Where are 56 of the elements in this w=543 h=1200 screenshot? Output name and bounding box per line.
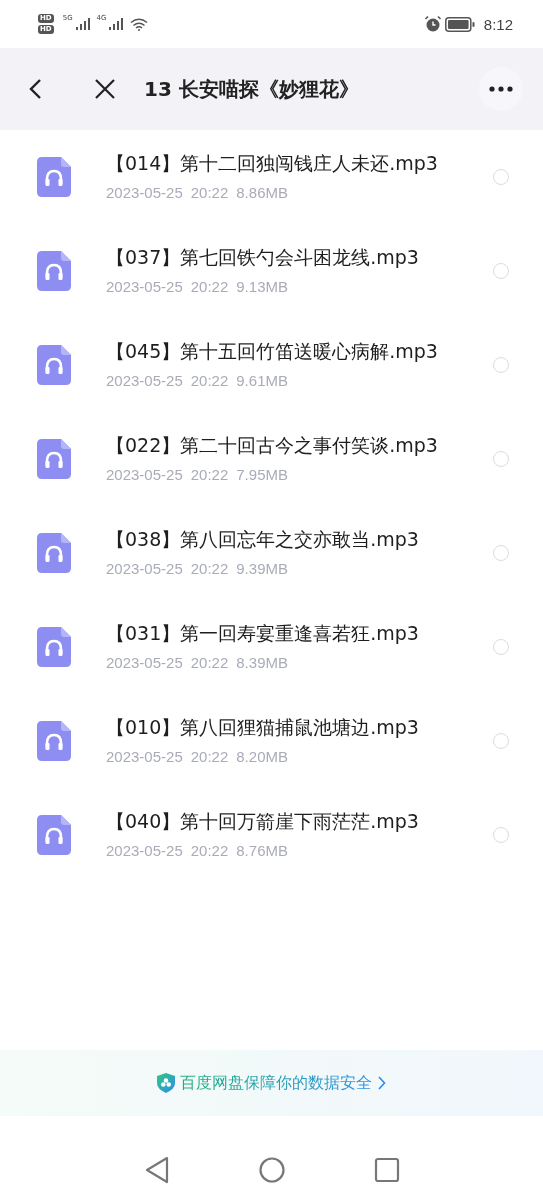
file-date: 2023-05-25 xyxy=(106,559,183,579)
more-button[interactable] xyxy=(479,67,523,111)
audio-file-icon xyxy=(37,533,71,573)
chevron-icon xyxy=(377,1076,386,1090)
battery-icon xyxy=(444,16,475,32)
audio-file-icon xyxy=(37,439,71,479)
file-name[interactable]: 【022】第二十回古今之事付笑谈.mp3 xyxy=(106,432,451,458)
audio-file-icon xyxy=(37,815,71,855)
file-name[interactable]: 【014】第十二回独闯钱庄人未还.mp3 xyxy=(106,150,451,176)
file-time: 20:22 xyxy=(190,559,229,579)
audio-file-icon xyxy=(37,721,71,761)
file-name[interactable]: 【038】第八回忘年之交亦敢当.mp3 xyxy=(106,526,451,552)
signal-icon xyxy=(109,18,124,30)
file-time: 20:22 xyxy=(190,747,229,767)
shield-icon xyxy=(157,1073,175,1093)
file-time: 20:22 xyxy=(190,277,229,297)
audio-file-icon xyxy=(37,345,71,385)
file-date: 2023-05-25 xyxy=(106,465,183,485)
page-title: 13 长安喵探《妙狸花》 xyxy=(144,75,360,103)
file-size: 8.86MB xyxy=(236,183,288,203)
file-time: 20:22 xyxy=(190,465,229,485)
recent-apps-icon[interactable] xyxy=(373,1157,400,1183)
file-size: 9.39MB xyxy=(236,559,288,579)
file-time: 20:22 xyxy=(190,183,229,203)
file-time: 20:22 xyxy=(190,653,229,673)
file-name[interactable]: 【045】第十五回竹笛送暖心病解.mp3 xyxy=(106,338,451,364)
file-name[interactable]: 【031】第一回寿宴重逢喜若狂.mp3 xyxy=(106,620,451,646)
close-icon[interactable] xyxy=(94,78,116,100)
audio-file-icon xyxy=(37,157,71,197)
file-size: 8.39MB xyxy=(236,653,288,673)
file-name[interactable]: 【010】第八回狸猫捕鼠池塘边.mp3 xyxy=(106,714,451,740)
home-circle-icon[interactable] xyxy=(257,1156,286,1184)
clock-time: 8:12 xyxy=(483,15,513,33)
file-time: 20:22 xyxy=(190,841,229,861)
wifi-icon xyxy=(130,17,149,31)
more-icon xyxy=(489,86,513,92)
file-name[interactable]: 【037】第七回铁勺会斗困龙线.mp3 xyxy=(106,244,451,270)
file-date: 2023-05-25 xyxy=(106,841,183,861)
file-size: 8.20MB xyxy=(236,747,288,767)
alarm-icon xyxy=(423,15,442,33)
file-name[interactable]: 【040】第十回万箭崖下雨茫茫.mp3 xyxy=(106,808,451,834)
file-size: 9.61MB xyxy=(236,371,288,391)
file-time: 20:22 xyxy=(190,371,229,391)
back-triangle-icon[interactable] xyxy=(143,1156,170,1184)
signal-icon xyxy=(75,18,90,30)
file-size: 9.13MB xyxy=(236,277,288,297)
select-checkbox[interactable] xyxy=(493,545,509,561)
file-date: 2023-05-25 xyxy=(106,277,183,297)
file-date: 2023-05-25 xyxy=(106,653,183,673)
file-size: 7.95MB xyxy=(236,465,288,485)
audio-file-icon xyxy=(37,251,71,291)
file-date: 2023-05-25 xyxy=(106,747,183,767)
file-date: 2023-05-25 xyxy=(106,371,183,391)
file-date: 2023-05-25 xyxy=(106,183,183,203)
file-size: 8.76MB xyxy=(236,841,288,861)
audio-file-icon xyxy=(37,627,71,667)
